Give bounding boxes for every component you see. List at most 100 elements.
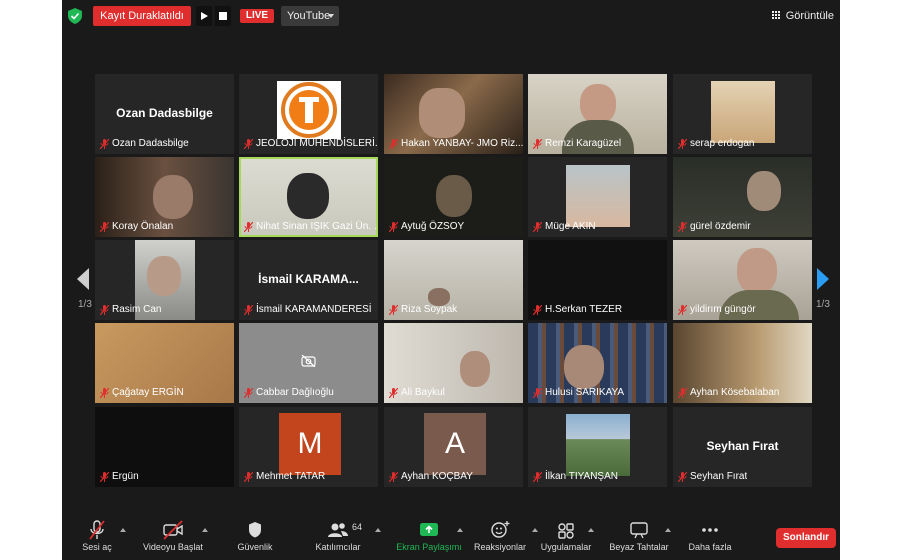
muted-mic-icon bbox=[533, 222, 542, 232]
video-tile[interactable]: Ozan Dadasbilge Ozan Dadasbilge bbox=[95, 74, 234, 154]
muted-mic-icon bbox=[389, 222, 398, 232]
shield-icon[interactable] bbox=[68, 8, 82, 24]
stream-target-dropdown[interactable]: YouTube bbox=[281, 6, 339, 26]
video-tile[interactable]: Ayhan Kösebalaban bbox=[673, 323, 812, 403]
chevron-up-icon[interactable] bbox=[665, 528, 671, 532]
video-tile[interactable]: gürel özdemir bbox=[673, 157, 812, 237]
start-video-button[interactable]: Videoyu Başlat bbox=[138, 518, 208, 558]
muted-mic-icon bbox=[533, 472, 542, 482]
video-tile[interactable]: M Mehmet TATAR bbox=[239, 407, 378, 487]
view-button[interactable]: Görüntüle bbox=[771, 8, 834, 24]
video-feed bbox=[419, 88, 465, 138]
shield-icon bbox=[249, 522, 261, 538]
end-meeting-button[interactable]: Sonlandır bbox=[776, 528, 836, 548]
apps-icon bbox=[558, 523, 574, 539]
video-tile[interactable]: Çağatay ERGİN bbox=[95, 323, 234, 403]
apps-button[interactable]: Uygulamalar bbox=[538, 518, 594, 558]
share-screen-button[interactable]: Ekran Paylaşımı bbox=[395, 518, 463, 558]
video-tile[interactable]: Ergün bbox=[95, 407, 234, 487]
video-tile[interactable]: A Ayhan KOÇBAY bbox=[384, 407, 523, 487]
video-tile[interactable]: yildirım güngör bbox=[673, 240, 812, 320]
muted-mic-icon bbox=[244, 388, 253, 398]
start-video-label: Videoyu Başlat bbox=[143, 542, 203, 552]
organization-logo bbox=[277, 81, 341, 139]
video-feed bbox=[436, 175, 472, 217]
video-tile[interactable]: Riza Soypak bbox=[384, 240, 523, 320]
video-tile[interactable]: Hakan YANBAY- JMO Riz... bbox=[384, 74, 523, 154]
video-feed bbox=[747, 171, 781, 211]
profile-picture bbox=[566, 165, 630, 227]
video-tile[interactable]: Müge AKIN bbox=[528, 157, 667, 237]
muted-mic-icon bbox=[100, 139, 109, 149]
participant-label: Remzi Karagüzel bbox=[532, 137, 621, 151]
video-feed bbox=[580, 84, 616, 124]
participant-label: Hakan YANBAY- JMO Riz... bbox=[388, 137, 523, 151]
unmute-button[interactable]: Sesi aç bbox=[76, 518, 126, 558]
participant-label: Koray Önalan bbox=[99, 220, 173, 234]
participant-label: Aytuğ ÖZSOY bbox=[388, 220, 464, 234]
grid-icon bbox=[771, 11, 781, 20]
muted-mic-icon bbox=[100, 388, 109, 398]
participant-label: İlkan TIYANŞAN bbox=[532, 470, 618, 484]
video-tile[interactable]: İlkan TIYANŞAN bbox=[528, 407, 667, 487]
video-camera-off-icon bbox=[163, 520, 183, 540]
chevron-up-icon[interactable] bbox=[375, 528, 381, 532]
reactions-label: Reaksiyonlar bbox=[473, 542, 527, 552]
resume-recording-button[interactable] bbox=[196, 6, 212, 26]
chevron-up-icon[interactable] bbox=[588, 528, 594, 532]
participant-label: yildirım güngör bbox=[677, 303, 756, 317]
video-tile[interactable]: Hulusi SARIKAYA bbox=[528, 323, 667, 403]
chevron-up-icon[interactable] bbox=[120, 528, 126, 532]
muted-mic-icon bbox=[244, 472, 253, 482]
participant-label: Ali Baykul bbox=[388, 386, 445, 400]
participant-name-display: İsmail KARAMA... bbox=[258, 272, 359, 286]
mic-muted-icon bbox=[89, 520, 105, 540]
initial-avatar: M bbox=[279, 413, 341, 475]
video-tile[interactable]: Cabbar Dağlıoğlu bbox=[239, 323, 378, 403]
participant-label: Seyhan Fırat bbox=[677, 470, 747, 484]
more-label: Daha fazla bbox=[688, 542, 732, 552]
meeting-window: Kayıt Duraklatıldı LIVE YouTube Görüntül… bbox=[62, 0, 840, 560]
stop-recording-button[interactable] bbox=[215, 6, 231, 26]
chevron-up-icon[interactable] bbox=[202, 528, 208, 532]
page-indicator-left: 1/3 bbox=[78, 299, 92, 310]
participants-button[interactable]: Katılımcılar 64 bbox=[309, 518, 381, 558]
muted-mic-icon bbox=[533, 139, 542, 149]
muted-mic-icon bbox=[100, 305, 109, 315]
muted-mic-icon bbox=[100, 222, 109, 232]
view-label: Görüntüle bbox=[785, 10, 834, 22]
video-tile[interactable]: Koray Önalan bbox=[95, 157, 234, 237]
video-tile[interactable]: Seyhan Fırat Seyhan Fırat bbox=[673, 407, 812, 487]
whiteboards-button[interactable]: Beyaz Tahtalar bbox=[607, 518, 671, 558]
participant-label: Mehmet TATAR bbox=[243, 470, 325, 484]
video-tile-active-speaker[interactable]: Nihat Sinan IŞIK Gazi Ün. J... bbox=[239, 157, 378, 237]
participant-label: İsmail KARAMANDERESİ bbox=[243, 303, 372, 317]
video-off-icon bbox=[301, 355, 316, 367]
video-tile[interactable]: Remzi Karagüzel bbox=[528, 74, 667, 154]
video-feed bbox=[153, 175, 193, 219]
video-feed-face bbox=[147, 256, 181, 296]
video-feed bbox=[564, 345, 604, 389]
participant-label: Riza Soypak bbox=[388, 303, 457, 317]
video-tile[interactable]: serap erdogan bbox=[673, 74, 812, 154]
recording-status-button[interactable]: Kayıt Duraklatıldı bbox=[93, 6, 191, 26]
chevron-up-icon[interactable] bbox=[457, 528, 463, 532]
more-button[interactable]: Daha fazla bbox=[686, 518, 734, 558]
video-tile[interactable]: H.Serkan TEZER bbox=[528, 240, 667, 320]
video-feed bbox=[287, 173, 329, 219]
participant-label: Rasim Can bbox=[99, 303, 161, 317]
participant-label: JEOLOJİ MÜHENDİSLERİ... bbox=[243, 137, 378, 151]
video-tile[interactable]: Aytuğ ÖZSOY bbox=[384, 157, 523, 237]
profile-picture bbox=[566, 414, 630, 476]
video-tile[interactable]: Rasim Can bbox=[95, 240, 234, 320]
share-screen-icon bbox=[420, 523, 438, 536]
participant-label: gürel özdemir bbox=[677, 220, 751, 234]
video-tile[interactable]: Ali Baykul bbox=[384, 323, 523, 403]
next-page-arrow-icon[interactable] bbox=[817, 268, 829, 290]
muted-mic-icon bbox=[244, 305, 253, 315]
video-tile[interactable]: İsmail KARAMA... İsmail KARAMANDERESİ bbox=[239, 240, 378, 320]
previous-page-arrow-icon[interactable] bbox=[77, 268, 89, 290]
security-button[interactable]: Güvenlik bbox=[234, 518, 276, 558]
reactions-button[interactable]: Reaksiyonlar bbox=[472, 518, 538, 558]
video-tile[interactable]: JEOLOJİ MÜHENDİSLERİ... bbox=[239, 74, 378, 154]
